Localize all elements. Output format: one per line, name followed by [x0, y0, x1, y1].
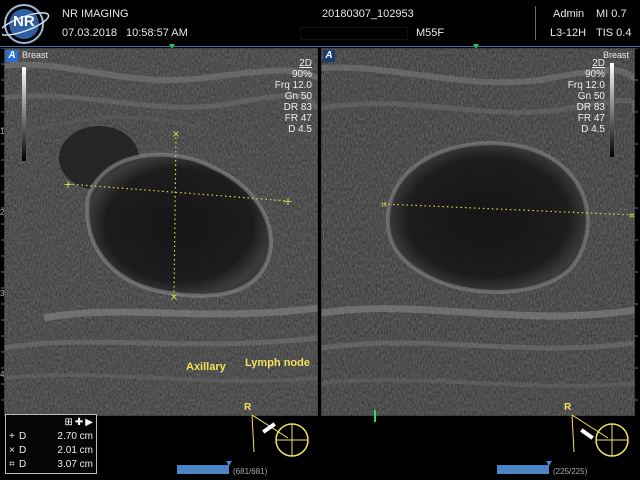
logo-text: NR [13, 13, 35, 30]
grid-icon[interactable]: ⊞ [65, 417, 73, 428]
param-dynamic-range-right: DR 83 [576, 102, 605, 113]
grayscale-bar-left [21, 66, 27, 162]
thermal-index: TIS 0.4 [596, 27, 632, 39]
annotation-axillary[interactable]: Axillary [186, 361, 226, 373]
param-frame-rate-right: FR 47 [577, 113, 605, 124]
cine-fill-left [177, 465, 229, 474]
study-id: 20180307_102953 [322, 8, 414, 20]
user-name[interactable]: Admin [553, 8, 584, 20]
mode-label-left: 2D [299, 58, 312, 69]
probe-orientation-left[interactable]: R [240, 400, 320, 474]
caliper-hash-end[interactable]: ⌗ [629, 211, 635, 222]
param-power-left: 90% [291, 69, 312, 80]
caliper-plus-end[interactable]: + [283, 195, 292, 208]
cine-bar-left[interactable] [177, 465, 229, 474]
param-frame-rate-left: FR 47 [284, 113, 312, 124]
exam-date: 07.03.2018 [62, 27, 118, 39]
measure-hash-icon: ⌗ [9, 459, 15, 470]
header-bar: NR NR IMAGING 07.03.2018 10:58:57 AM 201… [0, 0, 640, 48]
measurement-results-box[interactable]: ⊞ ✚ ▶ + D 2.70 cm × D 2.01 cm ⌗ D 3.07 cm [5, 414, 97, 474]
header-underline [0, 46, 640, 47]
move-icon[interactable]: ✚ [75, 417, 83, 428]
param-frequency-left: Frq 12.0 [274, 80, 312, 91]
active-pane-icon[interactable]: A [6, 50, 18, 62]
body-marker-icon [571, 414, 629, 457]
timeline-marker[interactable] [374, 410, 376, 422]
cine-fill-right [497, 465, 549, 474]
param-depth-left: D 4.5 [288, 124, 312, 135]
measure-label: D [19, 445, 27, 456]
pane-indicator-icon[interactable]: A [323, 50, 335, 62]
measurement-row[interactable]: + D 2.70 cm [9, 431, 95, 442]
probe-orientation-right[interactable]: R [560, 400, 640, 474]
cine-marker-right[interactable] [546, 461, 552, 466]
caliper-x-end[interactable]: × [170, 292, 178, 303]
pane-label-right: Breast [602, 50, 629, 60]
params-right: 2D 90% Frq 12.0 Gn 50 DR 83 FR 47 D 4.5 [568, 58, 605, 135]
measurement-toolbar: ⊞ ✚ ▶ [65, 417, 93, 428]
caliper-hash-start[interactable]: ⌗ [381, 200, 387, 211]
redacted-patient-name [300, 27, 408, 40]
grayscale-bar-right [609, 62, 615, 158]
caliper-x-start[interactable]: × [172, 129, 180, 140]
measurement-row[interactable]: ⌗ D 3.07 cm [9, 459, 95, 470]
body-marker-icon [251, 414, 309, 457]
param-gain-right: Gn 50 [577, 91, 605, 102]
header-divider [535, 6, 536, 40]
caliper-plus-start[interactable]: + [63, 178, 72, 191]
cine-bar-right[interactable] [497, 465, 549, 474]
annotation-lymph-node[interactable]: Lymph node [245, 357, 310, 369]
cine-counter-left: (681/681) [233, 467, 268, 476]
param-power-right: 90% [584, 69, 605, 80]
measurement-row[interactable]: × D 2.01 cm [9, 445, 95, 456]
ultrasound-pane-right[interactable]: ⌗ ⌗ A Breast 2D 90% Frq 12.0 Gn 50 DR 83… [321, 48, 635, 416]
measure-label: D [19, 459, 27, 470]
measure-label: D [19, 431, 27, 442]
measure-value: 2.70 cm [57, 431, 93, 442]
param-frequency-right: Frq 12.0 [567, 80, 605, 91]
measure-value: 3.07 cm [57, 459, 93, 470]
play-icon[interactable]: ▶ [85, 417, 93, 428]
param-depth-right: D 4.5 [581, 124, 605, 135]
probe-model[interactable]: L3-12H [550, 27, 586, 39]
measure-value: 2.01 cm [57, 445, 93, 456]
measure-plus-icon: + [9, 431, 15, 442]
institution-name: NR IMAGING [62, 8, 129, 20]
mode-label-right: 2D [592, 58, 605, 69]
param-gain-left: Gn 50 [284, 91, 312, 102]
params-left: 2D 90% Frq 12.0 Gn 50 DR 83 FR 47 D 4.5 [275, 58, 312, 135]
mechanical-index: MI 0.7 [596, 8, 627, 20]
param-dynamic-range-left: DR 83 [283, 102, 312, 113]
cine-counter-right: (225/225) [553, 467, 588, 476]
patient-tag: M55F [416, 27, 445, 39]
measure-x-icon: × [9, 445, 15, 456]
ultrasound-pane-left[interactable]: + + × × A Breast 2D 90% Frq 12.0 Gn 50 D… [4, 48, 318, 416]
pane-label-left: Breast [22, 50, 49, 60]
exam-time: 10:58:57 AM [126, 27, 188, 39]
cine-marker-left[interactable] [226, 461, 232, 466]
